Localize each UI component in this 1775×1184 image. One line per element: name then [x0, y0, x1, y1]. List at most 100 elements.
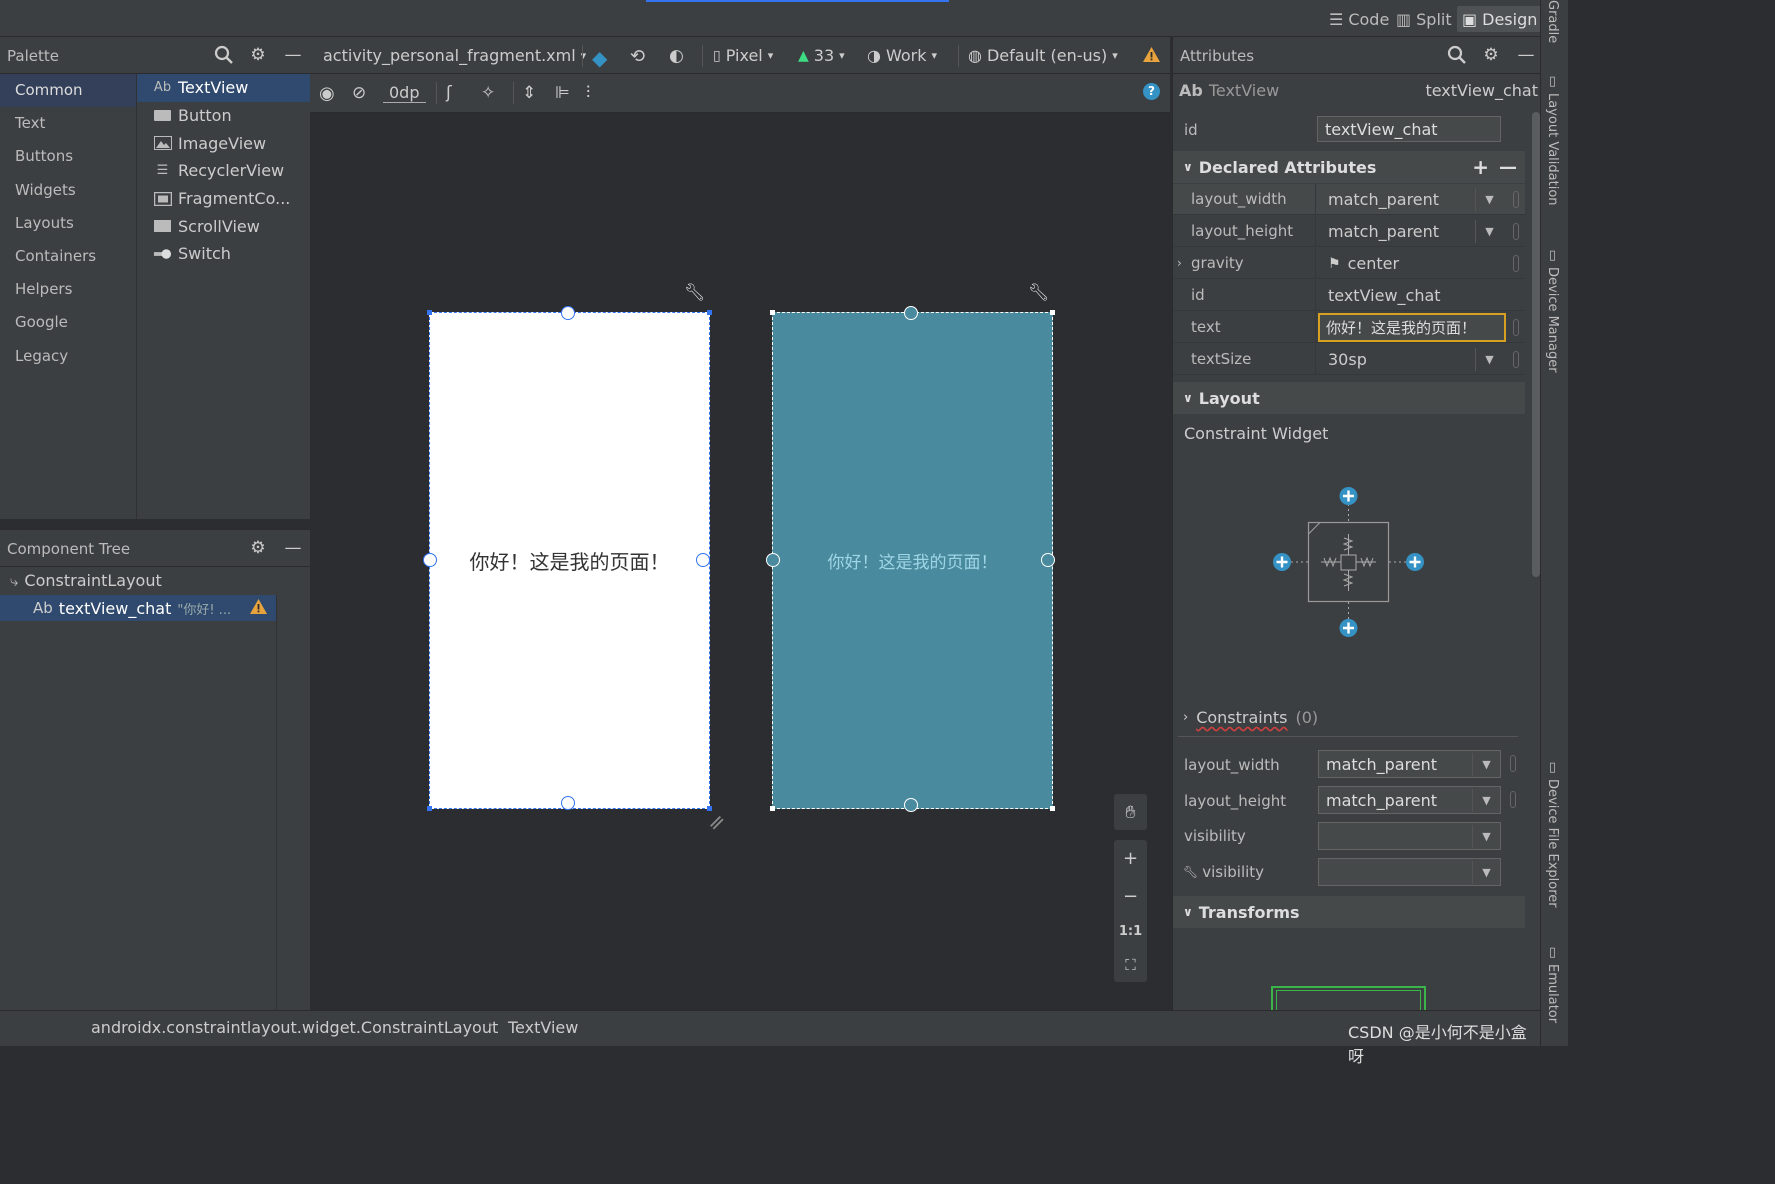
visibility-select[interactable]: ▼	[1318, 822, 1501, 850]
remove-attribute-icon[interactable]: —	[1499, 157, 1517, 178]
resize-handle[interactable]	[770, 310, 775, 315]
tab-device-file-explorer[interactable]: ▯ Device File Explorer	[1545, 760, 1560, 908]
design-canvas[interactable]: 🔧︎ 🔧︎ 你好！这是我的页面！ ═ 你好！这是我的页面！ ✋︎ + − 1:1…	[310, 113, 1170, 1010]
constraints-toggle[interactable]: › Constraints (0)	[1183, 708, 1318, 727]
design-mode-button[interactable]: ▣ Design	[1457, 6, 1543, 32]
right-anchor-handle[interactable]	[1041, 553, 1055, 567]
add-constraint-right-icon[interactable]	[1406, 553, 1424, 571]
resize-handle[interactable]	[427, 310, 432, 315]
code-mode-button[interactable]: ☰ Code	[1324, 6, 1394, 32]
palette-item-fragment[interactable]: FragmentCo...	[137, 185, 310, 213]
blueprint-device-frame[interactable]: 你好！这是我的页面！	[766, 306, 1055, 812]
resource-picker[interactable]	[1510, 791, 1516, 808]
file-selector[interactable]: activity_personal_fragment.xml ▾	[323, 46, 586, 65]
category-legacy[interactable]: Legacy	[0, 340, 136, 373]
left-anchor-handle[interactable]	[766, 553, 780, 567]
attr-value-layout-height[interactable]: match_parent ▼	[1315, 216, 1525, 247]
resize-handle[interactable]	[1050, 806, 1055, 811]
category-buttons[interactable]: Buttons	[0, 140, 136, 173]
dropdown-arrow-icon[interactable]: ▼	[1475, 220, 1503, 243]
resize-handle[interactable]	[770, 806, 775, 811]
zoom-actual-size-button[interactable]: 1:1	[1119, 924, 1142, 939]
category-layouts[interactable]: Layouts	[0, 207, 136, 240]
attr-row-textsize[interactable]: textSize 30sp ▼	[1173, 344, 1525, 375]
category-google[interactable]: Google	[0, 306, 136, 339]
scrollbar[interactable]	[1532, 112, 1540, 577]
left-anchor-handle[interactable]	[423, 553, 437, 567]
resize-handle[interactable]	[707, 310, 712, 315]
palette-item-recyclerview[interactable]: ☰ RecyclerView	[137, 157, 310, 185]
attr-row-id[interactable]: id textView_chat	[1173, 280, 1525, 311]
attr-value-gravity[interactable]: ⚑ center	[1315, 248, 1525, 279]
pack-button[interactable]: ⇕	[522, 83, 536, 103]
layout-section[interactable]: ∨ Layout	[1173, 382, 1525, 414]
category-containers[interactable]: Containers	[0, 240, 136, 273]
palette-item-imageview[interactable]: ImageView	[137, 129, 310, 157]
tab-emulator[interactable]: ▯ Emulator	[1545, 945, 1560, 1023]
category-text[interactable]: Text	[0, 107, 136, 140]
breadcrumb-item-textview[interactable]: TextView	[508, 1018, 578, 1037]
default-margin-button[interactable]: 0dp	[383, 83, 426, 103]
autoconnect-button[interactable]: ⊘	[352, 83, 366, 103]
tab-gradle[interactable]: Gradle	[1545, 0, 1560, 43]
palette-item-switch[interactable]: Switch	[137, 240, 310, 268]
breadcrumb-item-root[interactable]: androidx.constraintlayout.widget.Constra…	[91, 1018, 498, 1037]
minimize-icon[interactable]: —	[283, 538, 303, 558]
device-selector[interactable]: ▯ Pixel ▾	[713, 46, 773, 65]
infer-constraints-button[interactable]: ✧	[481, 83, 495, 103]
id-field[interactable]: textView_chat	[1317, 116, 1501, 142]
warning-icon[interactable]	[1142, 46, 1161, 63]
bottom-anchor-handle[interactable]	[904, 798, 918, 812]
gear-icon[interactable]: ⚙	[1481, 45, 1501, 65]
gear-icon[interactable]: ⚙	[248, 538, 268, 558]
add-constraint-left-icon[interactable]	[1273, 553, 1291, 571]
help-icon[interactable]: ?	[1143, 83, 1160, 100]
pan-button[interactable]: ✋︎	[1114, 794, 1147, 830]
split-mode-button[interactable]: ▥ Split	[1391, 6, 1457, 32]
resource-picker[interactable]	[1510, 755, 1516, 772]
warning-icon[interactable]	[249, 598, 268, 619]
dropdown-arrow-icon[interactable]: ▼	[1475, 188, 1503, 211]
tab-layout-validation[interactable]: ▯ Layout Validation	[1545, 74, 1560, 206]
dropdown-arrow-icon[interactable]: ▼	[1475, 348, 1503, 371]
resource-picker[interactable]	[1513, 191, 1519, 208]
transforms-section[interactable]: ∨ Transforms	[1173, 896, 1525, 928]
top-anchor-handle[interactable]	[561, 306, 575, 320]
design-device-frame[interactable]: 你好！这是我的页面！	[423, 306, 712, 811]
resource-picker[interactable]	[1513, 319, 1519, 336]
minimize-icon[interactable]: —	[283, 45, 303, 65]
dropdown-arrow-icon[interactable]: ▼	[1472, 753, 1500, 776]
chevron-right-icon[interactable]: ›	[1177, 256, 1182, 270]
attr-row-layout-height[interactable]: layout_height match_parent ▼	[1173, 216, 1525, 247]
resource-picker[interactable]	[1513, 351, 1519, 368]
category-helpers[interactable]: Helpers	[0, 273, 136, 306]
wrench-icon[interactable]: 🔧︎	[684, 283, 706, 303]
palette-item-textview[interactable]: Ab TextView	[137, 74, 310, 102]
wrench-icon[interactable]: 🔧︎	[1028, 283, 1050, 303]
bottom-anchor-handle[interactable]	[561, 796, 575, 810]
zoom-in-icon[interactable]: +	[1123, 848, 1138, 869]
night-mode-button[interactable]: ◐	[669, 46, 684, 66]
resize-handle[interactable]	[1050, 310, 1055, 315]
gear-icon[interactable]: ⚙	[248, 45, 268, 65]
attr-value-id[interactable]: textView_chat	[1315, 280, 1525, 311]
add-constraint-bottom-icon[interactable]	[1339, 619, 1358, 637]
category-widgets[interactable]: Widgets	[0, 174, 136, 207]
attr-value-layout-width[interactable]: match_parent ▼	[1315, 184, 1525, 215]
tools-visibility-select[interactable]: ▼	[1318, 858, 1501, 886]
resize-handle[interactable]	[427, 806, 432, 811]
add-attribute-icon[interactable]: +	[1472, 155, 1489, 179]
align-button[interactable]: ⊫	[555, 83, 570, 103]
design-textview[interactable]: 你好！这是我的页面！	[430, 313, 709, 808]
resource-picker[interactable]	[1513, 255, 1519, 272]
dropdown-arrow-icon[interactable]: ▼	[1472, 789, 1500, 812]
design-surface-button[interactable]: ◆	[592, 46, 607, 70]
attr-value-textsize[interactable]: 30sp ▼	[1315, 344, 1525, 375]
api-selector[interactable]: ▲ 33 ▾	[798, 46, 845, 65]
tree-node-root[interactable]: ⤷ ConstraintLayout	[10, 571, 162, 590]
zoom-to-fit-icon[interactable]: ⛶	[1125, 956, 1136, 974]
view-options-button[interactable]: ◉	[319, 83, 335, 104]
palette-item-scrollview[interactable]: ScrollView	[137, 212, 310, 240]
guidelines-button[interactable]: ⫶	[586, 83, 590, 103]
locale-selector[interactable]: ◍ Default (en-us) ▾	[968, 46, 1118, 65]
